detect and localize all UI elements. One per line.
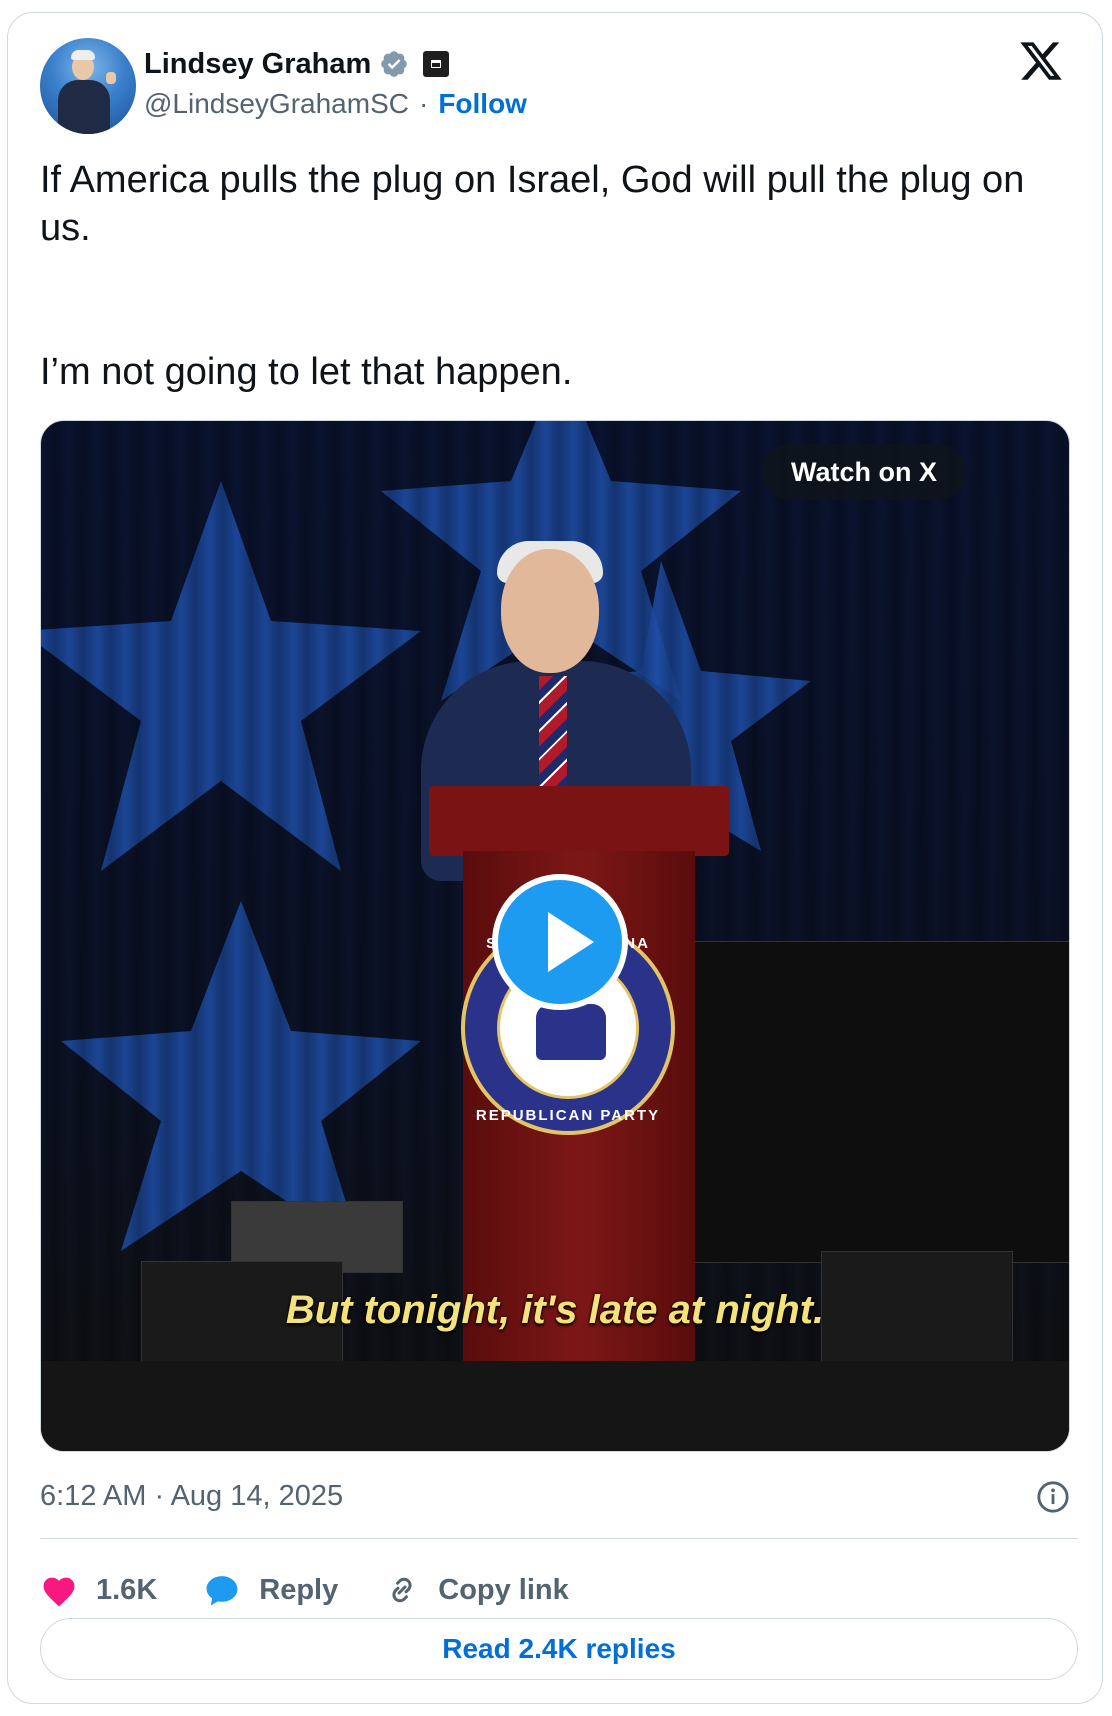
author-name[interactable]: Lindsey Graham xyxy=(144,48,371,81)
tweet-line-1: If America pulls the plug on Israel, God… xyxy=(40,159,1025,249)
separator-dot: · xyxy=(418,88,429,119)
divider xyxy=(40,1538,1078,1539)
watch-on-x-button[interactable]: Watch on X xyxy=(762,444,966,500)
author-name-row: Lindsey Graham xyxy=(144,44,450,84)
follow-button[interactable]: Follow xyxy=(438,88,527,120)
verified-badge-icon xyxy=(381,51,408,77)
link-icon xyxy=(392,1577,412,1603)
read-replies-button[interactable]: Read 2.4K replies xyxy=(40,1618,1078,1680)
info-icon[interactable] xyxy=(1036,1480,1070,1514)
timestamp[interactable]: 6:12 AM · Aug 14, 2025 xyxy=(40,1480,343,1513)
like-button[interactable]: 1.6K xyxy=(40,1573,157,1607)
elephant-logo xyxy=(536,1004,606,1060)
reply-button[interactable]: Reply xyxy=(203,1573,338,1607)
stage-floor xyxy=(41,1361,1069,1451)
heart-icon xyxy=(43,1577,75,1607)
video-caption: But tonight, it's late at night. xyxy=(285,1288,825,1332)
copy-link-button[interactable]: Copy link xyxy=(384,1572,569,1608)
author-handle-row: @LindseyGrahamSC · Follow xyxy=(144,88,527,120)
author-handle[interactable]: @LindseyGrahamSC xyxy=(144,88,409,120)
speaker-tie xyxy=(539,676,567,786)
tweet-text: If America pulls the plug on Israel, God… xyxy=(40,156,1060,252)
copy-link-label: Copy link xyxy=(438,1573,569,1606)
reply-label: Reply xyxy=(259,1573,339,1606)
seal-bottom-text: REPUBLICAN PARTY xyxy=(475,1107,661,1124)
play-icon[interactable] xyxy=(492,874,628,1010)
x-logo-icon[interactable] xyxy=(1018,38,1064,84)
equipment-case xyxy=(671,941,1069,1263)
reply-bubble-icon xyxy=(206,1576,238,1606)
avatar[interactable] xyxy=(40,38,136,134)
speaker-head xyxy=(501,549,599,673)
like-count: 1.6K xyxy=(96,1573,158,1606)
government-badge-icon xyxy=(423,51,450,77)
action-bar: 1.6K Reply Copy link xyxy=(40,1560,615,1620)
tweet-line-2: I’m not going to let that happen. xyxy=(40,351,573,393)
podium-top xyxy=(429,786,729,856)
